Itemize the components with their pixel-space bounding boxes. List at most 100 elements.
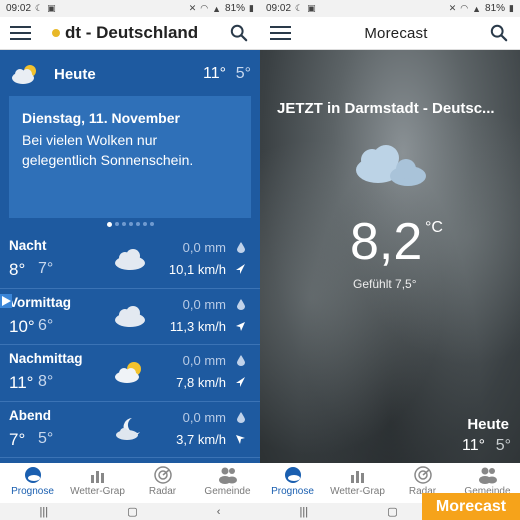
system-nav-bar: ||| ▢ ‹ [0, 503, 260, 520]
temperature-unit: °C [425, 219, 443, 236]
page-dot [106, 222, 112, 227]
back-icon[interactable]: ‹ [217, 506, 221, 518]
search-icon[interactable] [490, 24, 508, 42]
period-wind: 7,8 km/h [176, 375, 226, 390]
recents-icon[interactable]: ||| [300, 506, 309, 518]
battery-percent: 81% [485, 3, 506, 14]
tab-radar[interactable]: Radar [130, 463, 195, 503]
battery-icon: ▮ [509, 3, 514, 13]
forecast-text-line1: Bei vielen Wolken nur [22, 132, 158, 148]
period-low: 7° [38, 260, 54, 277]
tab-label: Prognose [11, 486, 54, 497]
tab-label: Prognose [271, 486, 314, 497]
people-icon [218, 467, 237, 484]
mute-icon: ✕ [448, 3, 457, 13]
location-title: dt - Deutschland [65, 23, 199, 42]
page-dot [114, 222, 119, 226]
period-rain: 0,0 mm [182, 353, 226, 368]
raindrop-icon [237, 411, 245, 423]
status-bar: 09:02 ☾ ▣ ✕ ◠ ▲ 81% ▮ [260, 0, 520, 17]
page-dot [149, 222, 154, 226]
period-high: 7° [9, 429, 26, 449]
period-name: Vormittag [9, 294, 72, 310]
menu-icon[interactable] [10, 25, 32, 41]
people-icon [478, 467, 497, 484]
period-low: 8° [38, 373, 54, 390]
forecast-tab-icon [24, 467, 41, 483]
raindrop-icon [237, 298, 245, 310]
wind-direction-icon [236, 434, 245, 444]
current-temperature: 8,2 [350, 213, 423, 271]
period-list: Nacht 8° 7° 0,0 mm 10,1 km/h Vormittag 1… [0, 232, 260, 458]
moon-status-icon: ☾ [295, 3, 304, 13]
tab-label: Gemeinde [204, 486, 251, 497]
search-icon[interactable] [230, 24, 248, 42]
page-dot [135, 222, 140, 226]
app-bar: dt - Deutschland [0, 17, 260, 50]
period-low: 5° [38, 429, 54, 447]
forecast-description-card[interactable]: Dienstag, 11. November Bei vielen Wolken… [9, 96, 251, 218]
message-status-icon: ▣ [47, 3, 56, 13]
period-row-evening[interactable]: Abend 7° 5° 0,0 mm 3,7 km/h [0, 402, 260, 458]
message-status-icon: ▣ [307, 3, 316, 13]
period-wind: 11,3 km/h [169, 318, 226, 334]
today-low: 5° [495, 437, 511, 454]
period-wind: 10,1 km/h [168, 262, 226, 277]
moon-cloud-icon [116, 417, 140, 440]
now-screen: 09:02 ☾ ▣ ✕ ◠ ▲ 81% ▮ Morecast JETZT in … [260, 0, 520, 520]
period-wind: 3,7 km/h [176, 431, 226, 447]
period-rain: 0,0 mm [182, 240, 226, 255]
wifi-icon: ◠ [460, 3, 469, 13]
period-row-night[interactable]: Nacht 8° 7° 0,0 mm 10,1 km/h [0, 232, 260, 289]
wind-direction-icon [236, 264, 245, 274]
raindrop-icon [237, 355, 245, 366]
wind-direction-icon [236, 377, 245, 387]
tab-wetter-graph[interactable]: Wetter-Grap [325, 463, 390, 503]
tab-gemeinde[interactable]: Gemeinde [195, 463, 260, 503]
mute-icon: ✕ [188, 3, 197, 13]
forecast-tab-icon [284, 467, 301, 483]
bottom-tab-bar: Prognose Wetter-Grap Radar Gemeinde [0, 463, 260, 503]
home-icon[interactable]: ▢ [387, 505, 397, 518]
moon-status-icon: ☾ [35, 3, 44, 13]
sun-cloud-icon [12, 65, 36, 84]
today-low: 5° [235, 65, 251, 82]
sun-icon [52, 29, 60, 37]
tab-wetter-graph[interactable]: Wetter-Grap [65, 463, 130, 503]
forecast-screen: 09:02 ☾ ▣ ✕ ◠ ▲ 81% ▮ dt - Deutschland H… [0, 0, 260, 520]
period-name: Nachmittag [9, 351, 83, 366]
period-name: Abend [9, 407, 51, 423]
signal-icon: ▲ [212, 3, 222, 14]
today-label: Heute [467, 416, 509, 433]
recents-icon[interactable]: ||| [40, 506, 49, 518]
chart-icon [90, 471, 104, 483]
period-row-morning[interactable]: Vormittag 10° 6° 0,0 mm 11,3 km/h [0, 289, 260, 345]
period-low: 6° [38, 316, 54, 334]
period-row-afternoon[interactable]: Nachmittag 11° 8° 0,0 mm 7,8 km/h [0, 345, 260, 402]
page-dot [121, 222, 126, 226]
radar-icon [153, 466, 172, 484]
battery-icon: ▮ [249, 3, 254, 13]
wind-direction-icon [236, 321, 245, 331]
today-high: 11° [202, 65, 226, 82]
tab-label: Radar [148, 486, 177, 497]
chart-icon [350, 471, 364, 483]
current-location-title: JETZT in Darmstadt - Deutsc... [277, 100, 495, 117]
period-high: 11° [9, 373, 34, 392]
battery-percent: 81% [225, 3, 246, 14]
page-indicator [0, 222, 260, 227]
morecast-brand-badge[interactable]: Morecast [422, 493, 520, 520]
status-bar: 09:02 ☾ ▣ ✕ ◠ ▲ 81% ▮ [0, 0, 260, 17]
sun-cloud-icon [115, 362, 141, 383]
tab-prognose[interactable]: Prognose [260, 463, 325, 503]
today-summary[interactable]: Heute 11° 5° [0, 58, 260, 90]
page-dot [142, 222, 147, 226]
home-icon[interactable]: ▢ [127, 505, 137, 518]
tab-prognose[interactable]: Prognose [0, 463, 65, 503]
wifi-icon: ◠ [200, 3, 209, 13]
today-label: Heute [54, 65, 96, 83]
play-icon[interactable] [0, 294, 12, 308]
period-rain: 0,0 mm [182, 296, 226, 312]
menu-icon[interactable] [270, 25, 292, 41]
raindrop-icon [237, 242, 245, 253]
